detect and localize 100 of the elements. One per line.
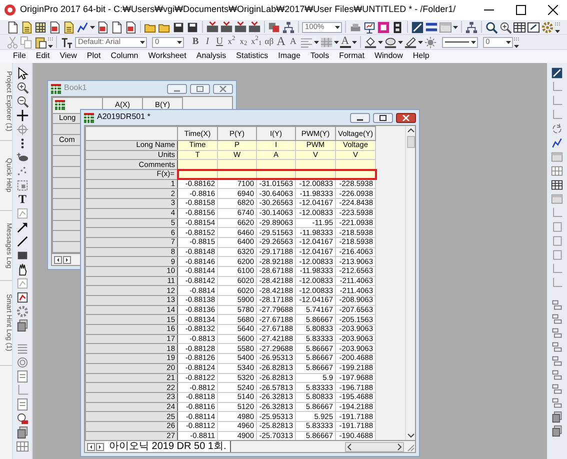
magnifier-icon[interactable]	[485, 20, 498, 34]
zoom-in-icon[interactable]	[16, 81, 29, 94]
import-icon[interactable]	[234, 20, 247, 34]
align-layers-icon[interactable]	[551, 397, 563, 409]
graph-edit-icon[interactable]	[411, 20, 424, 34]
line-graph-icon[interactable]	[551, 137, 563, 149]
import-icon[interactable]	[248, 20, 261, 34]
crosshair-icon[interactable]	[16, 109, 29, 122]
align-layers-icon[interactable]	[551, 383, 563, 395]
align-layers-icon[interactable]	[551, 355, 563, 367]
layers-icon[interactable]	[268, 20, 281, 34]
import-icon[interactable]	[220, 20, 233, 34]
matrix-icon[interactable]	[34, 20, 47, 34]
rotate-icon[interactable]	[551, 123, 563, 135]
table-icon[interactable]	[513, 20, 526, 34]
menu-item[interactable]: Window	[369, 52, 408, 61]
badge-search-icon[interactable]	[16, 412, 29, 425]
menu-item[interactable]: Image	[273, 52, 306, 61]
app-window-icon[interactable]	[377, 20, 390, 34]
format-button[interactable]: αβ	[264, 36, 275, 48]
circle-icon[interactable]	[16, 356, 29, 369]
film-strip-icon[interactable]	[391, 20, 404, 34]
menu-item[interactable]: Edit	[30, 52, 55, 61]
lines-icon[interactable]	[16, 342, 29, 355]
frame-icon[interactable]	[16, 370, 29, 383]
text-tool[interactable]: T	[18, 193, 26, 206]
underline-button[interactable]: U	[214, 36, 225, 48]
fill-pattern-icon[interactable]	[384, 36, 397, 48]
font-icon[interactable]	[60, 36, 73, 48]
stack-icon[interactable]	[16, 426, 29, 439]
menu-item[interactable]: Worksheet	[143, 52, 192, 61]
increase-font-button[interactable]: A	[276, 36, 287, 48]
scroll-right-button[interactable]	[63, 256, 71, 264]
frame-icon[interactable]	[16, 398, 29, 411]
menu-item[interactable]: Tools	[305, 52, 334, 61]
scroll-left-button[interactable]	[54, 256, 62, 264]
region-select-icon[interactable]	[16, 179, 29, 192]
line-color-icon[interactable]	[404, 36, 417, 48]
bold-button[interactable]: B	[190, 36, 201, 48]
scroll-right-button[interactable]	[96, 442, 104, 450]
align-layers-icon[interactable]	[551, 327, 563, 339]
align-layers-icon[interactable]	[551, 369, 563, 381]
document-icon[interactable]	[6, 20, 19, 34]
align-layers-icon[interactable]	[551, 341, 563, 353]
menu-item[interactable]: File	[8, 52, 31, 61]
toolbar-grip[interactable]	[514, 36, 519, 48]
maximize-button[interactable]	[373, 112, 393, 122]
sheet-tab[interactable]: 아이오닉 2019 DR 50 1회.	[105, 441, 232, 452]
fill-color-icon[interactable]	[364, 36, 377, 48]
pointer-icon[interactable]	[16, 67, 29, 80]
align-layers-icon[interactable]	[551, 313, 563, 325]
save-icon[interactable]	[186, 20, 199, 34]
decrease-font-button[interactable]: A	[288, 36, 299, 48]
spreadsheet-icon[interactable]	[96, 20, 109, 34]
spreadsheet-icon[interactable]	[124, 20, 137, 34]
menu-item[interactable]: Plot	[82, 52, 106, 61]
toolbar-grip[interactable]	[555, 20, 560, 34]
font-color-button[interactable]: A	[340, 36, 351, 48]
format-button[interactable]: x$^{2}$	[226, 36, 237, 48]
bars-icon[interactable]	[425, 20, 438, 34]
menu-item[interactable]: View	[54, 52, 82, 61]
scroll-right-icon[interactable]	[395, 442, 403, 450]
presentation-icon[interactable]	[363, 20, 376, 34]
menu-item[interactable]: Analysis	[191, 52, 232, 61]
close-icon[interactable]	[548, 5, 558, 15]
menu-item[interactable]: Help	[408, 52, 434, 61]
rectangle-tool-icon[interactable]	[16, 249, 29, 262]
horizontal-scrollbar[interactable]	[345, 442, 404, 452]
line-tool-icon[interactable]	[16, 235, 29, 248]
save-icon[interactable]	[172, 20, 185, 34]
resize-grip[interactable]	[405, 442, 415, 452]
menu-item[interactable]: Statistics	[231, 52, 274, 61]
hierarchy-icon[interactable]	[465, 20, 478, 34]
import-icon[interactable]	[206, 20, 219, 34]
format-button[interactable]: x$_{2}$	[238, 36, 249, 48]
table-icon[interactable]	[551, 179, 563, 191]
scroll-up-button[interactable]	[406, 126, 414, 134]
menu-item[interactable]: Format	[334, 52, 370, 61]
paste-icon[interactable]	[34, 36, 47, 48]
scroll-left-icon[interactable]	[346, 442, 354, 450]
scroll-left-button[interactable]	[87, 442, 95, 450]
graph-edit-icon[interactable]	[551, 67, 563, 79]
maximize-icon[interactable]	[516, 5, 526, 15]
stack-icon[interactable]	[551, 411, 563, 423]
hierarchy-icon[interactable]	[282, 20, 295, 34]
italic-button[interactable]: I	[202, 36, 213, 48]
zoom-in-icon[interactable]	[499, 20, 512, 34]
menu-item[interactable]: Column	[106, 52, 144, 61]
stack-icon[interactable]	[551, 425, 563, 437]
scroll-down-button[interactable]	[406, 432, 414, 440]
close-button[interactable]	[396, 112, 416, 122]
line-style-dropdown[interactable]	[442, 36, 478, 48]
scrollbar-thumb[interactable]	[406, 136, 414, 148]
zoom-out-icon[interactable]	[16, 95, 29, 108]
document-icon[interactable]	[110, 20, 123, 34]
spreadsheet-icon[interactable]	[48, 20, 61, 34]
graph-tool-icon[interactable]	[16, 291, 29, 304]
minimize-button[interactable]	[350, 112, 370, 122]
toolbar-grip[interactable]	[48, 36, 53, 48]
grid-icon[interactable]	[16, 440, 29, 453]
